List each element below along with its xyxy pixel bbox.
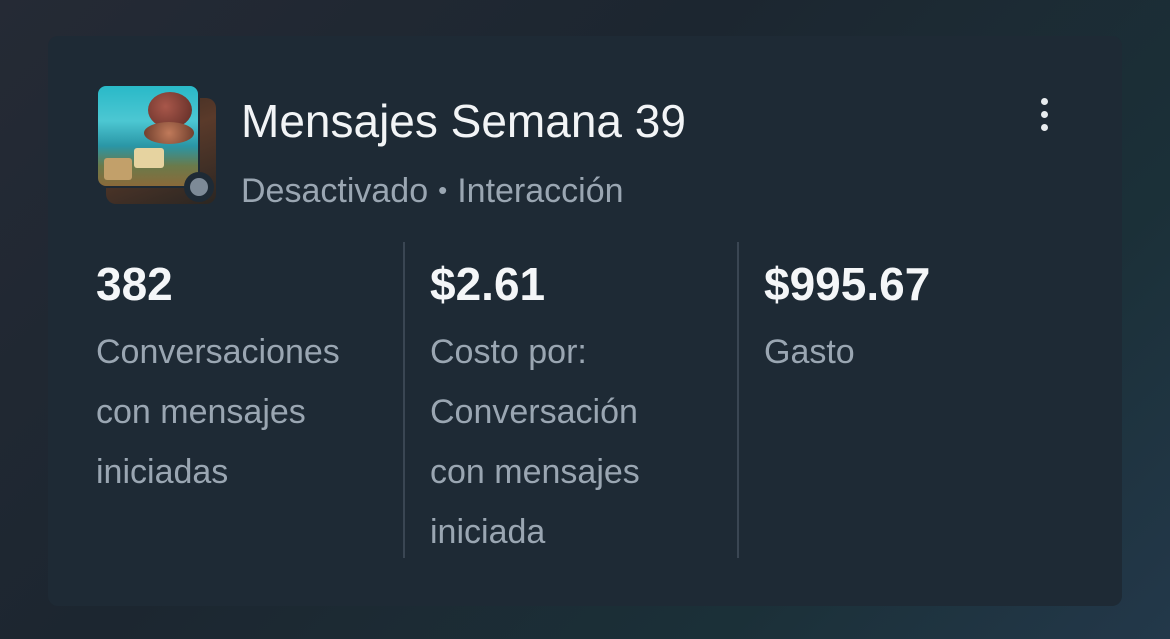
metric-value: $2.61 — [430, 258, 546, 310]
status-text: Desactivado — [241, 172, 429, 210]
more-vertical-icon — [1040, 97, 1048, 105]
thumbnail-front-image — [96, 84, 200, 188]
campaign-title[interactable]: Mensajes Semana 39 — [241, 94, 686, 148]
metric-label: Gasto — [764, 333, 855, 371]
metric-value: $995.67 — [764, 258, 931, 310]
more-options-button[interactable] — [1024, 92, 1064, 136]
metric-spend: $995.67 Gasto — [764, 256, 1064, 382]
metric-label: Conversaciones con mensajes iniciadas — [96, 333, 340, 491]
metric-divider — [737, 242, 739, 558]
metric-divider — [403, 242, 405, 558]
separator-dot: • — [438, 175, 448, 205]
campaign-subtitle: Desactivado • Interacción — [241, 172, 624, 211]
metric-cost-per-conversation: $2.61 Costo por: Conversación con mensaj… — [430, 256, 730, 562]
metric-conversations: 382 Conversaciones con mensajes iniciada… — [96, 256, 396, 502]
metric-value: 382 — [96, 258, 173, 310]
status-indicator-icon — [184, 172, 214, 202]
objective-text: Interacción — [457, 172, 624, 210]
campaign-card[interactable]: Mensajes Semana 39 Desactivado • Interacci… — [48, 36, 1122, 606]
metric-label: Costo por: Conversación con mensajes ini… — [430, 333, 640, 551]
